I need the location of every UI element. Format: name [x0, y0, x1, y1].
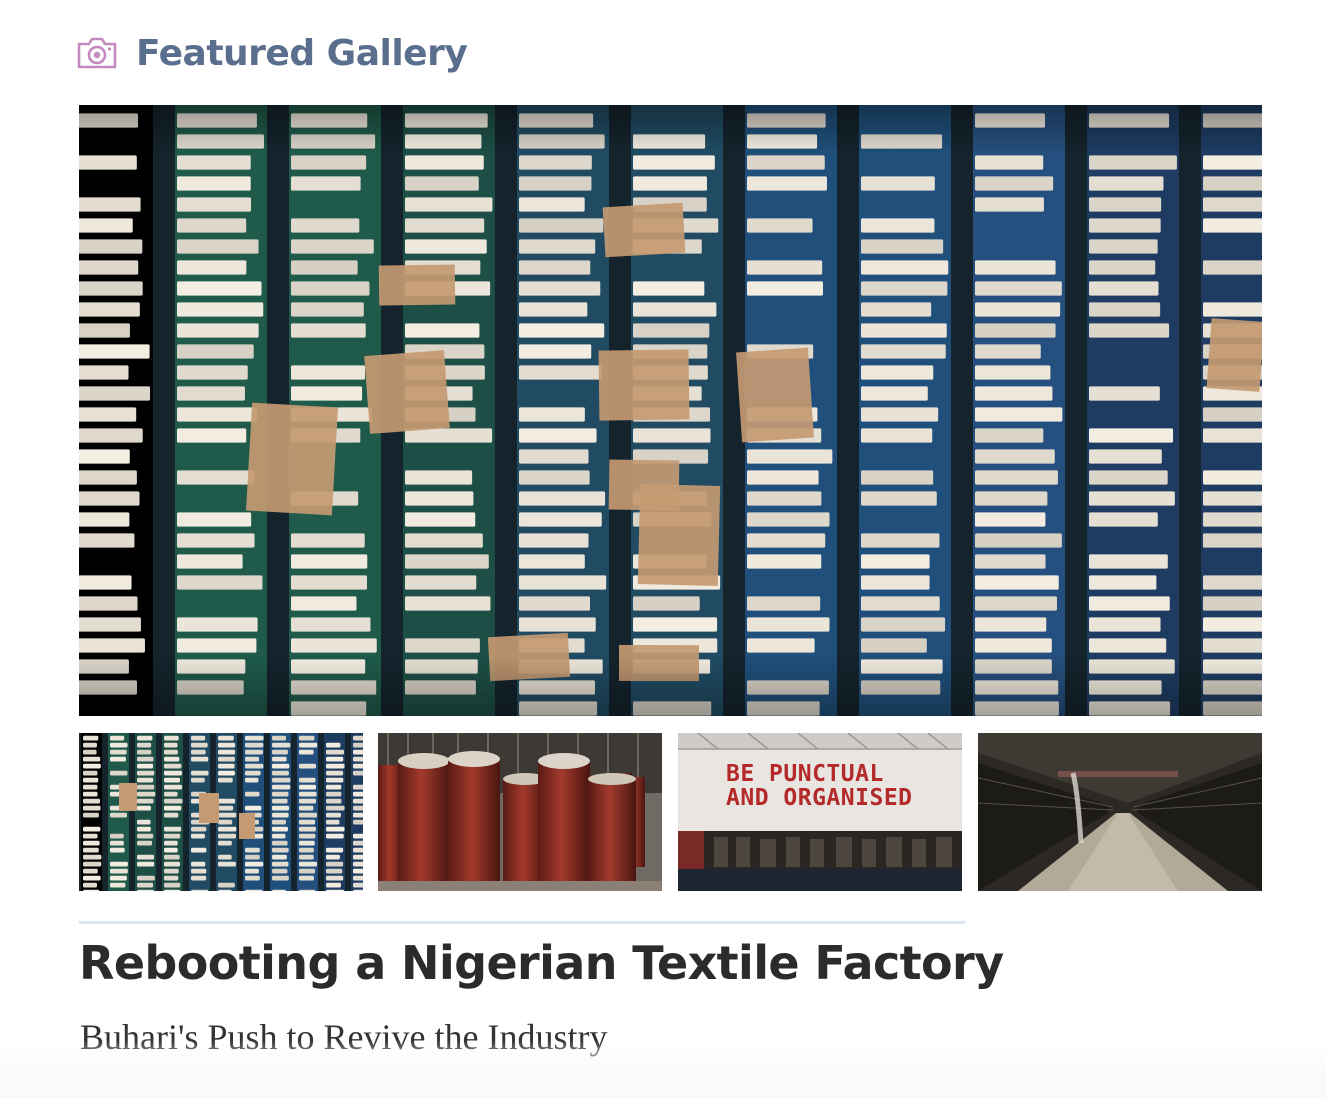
camera-icon — [77, 37, 117, 69]
gallery-thumbnail-2[interactable] — [378, 733, 662, 891]
main-gallery-photo[interactable] — [79, 105, 1262, 716]
gallery-thumbnail-3[interactable]: BE PUNCTUAL AND ORGANISED — [678, 733, 962, 891]
divider — [79, 921, 965, 924]
gallery-thumbnails: BE PUNCTUAL AND ORGANISED — [79, 733, 1262, 891]
gallery-title: Featured Gallery — [136, 32, 468, 74]
factory-sign-line-2: AND ORGANISED — [726, 785, 913, 811]
factory-sign-line-1: BE PUNCTUAL — [726, 761, 884, 787]
gallery-thumbnail-4[interactable] — [978, 733, 1262, 891]
gallery-thumbnail-1[interactable] — [79, 733, 363, 891]
bottom-fade — [0, 1040, 1326, 1098]
gallery-header: Featured Gallery — [76, 30, 468, 76]
article-title[interactable]: Rebooting a Nigerian Textile Factory — [79, 936, 1004, 990]
